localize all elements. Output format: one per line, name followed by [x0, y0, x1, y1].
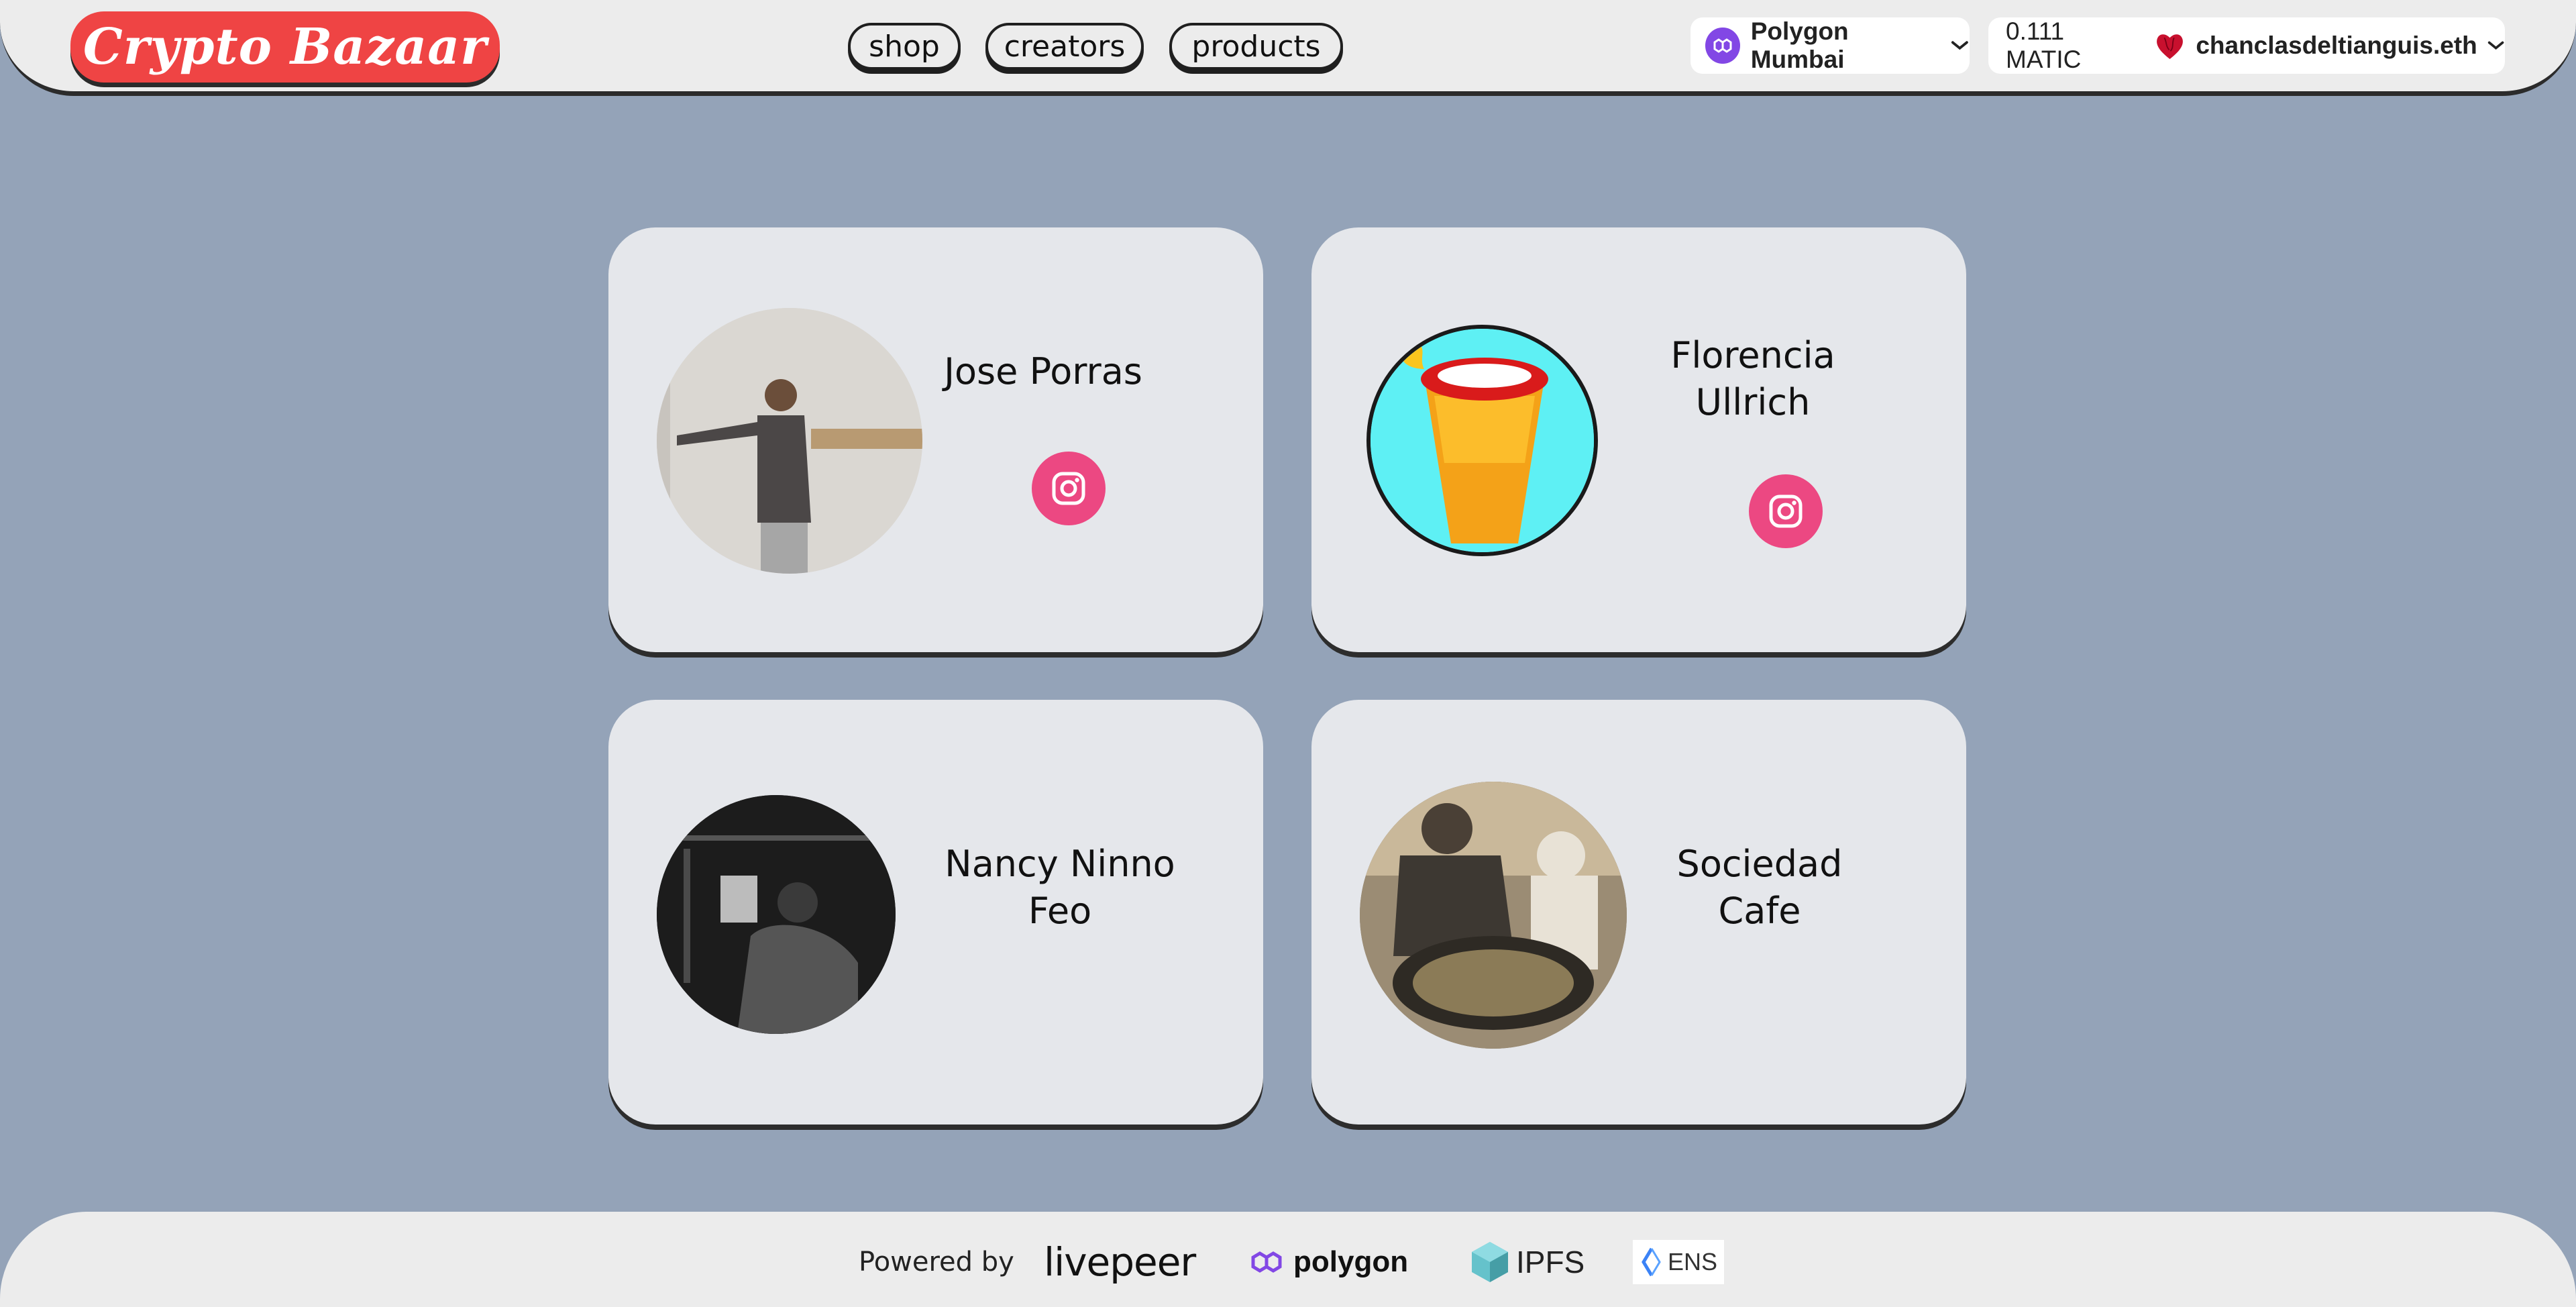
creator-photo: [657, 795, 896, 1034]
instagram-icon: [1769, 494, 1803, 528]
livepeer-logo[interactable]: livepeer: [1044, 1239, 1196, 1286]
powered-by-label: Powered by: [859, 1247, 1014, 1277]
chevron-down-icon: [2487, 41, 2504, 50]
creator-photo: [657, 308, 922, 574]
creator-card[interactable]: Nancy Ninno Feo: [608, 700, 1263, 1125]
ipfs-logo[interactable]: IPFS: [1469, 1239, 1585, 1286]
instagram-button[interactable]: [1032, 452, 1106, 525]
instagram-button[interactable]: [1749, 474, 1823, 548]
polygon-icon: [1705, 28, 1740, 64]
nav-creators[interactable]: creators: [985, 23, 1144, 70]
creator-photo: [1360, 782, 1627, 1049]
ens-text: ENS: [1668, 1248, 1718, 1275]
ipfs-cube-icon: [1472, 1242, 1508, 1282]
app-logo[interactable]: Crypto Bazaar: [70, 11, 500, 83]
livepeer-text: livepeer: [1044, 1239, 1196, 1285]
polygon-text: polygon: [1293, 1245, 1409, 1278]
footer: Powered by livepeer polygon IPFS ENS: [0, 1212, 2576, 1307]
creator-photo: [1366, 325, 1598, 556]
creator-name: Florencia Ullrich: [1670, 334, 1835, 423]
ens-icon: [1642, 1247, 1661, 1277]
wallet-balance: 0.111 MATIC: [2006, 17, 2082, 73]
polygon-logo[interactable]: polygon: [1249, 1239, 1408, 1286]
ens-logo[interactable]: ENS: [1633, 1240, 1725, 1284]
creator-name: Sociedad Cafe: [1676, 843, 1843, 932]
creator-card[interactable]: Florencia Ullrich: [1311, 227, 1966, 652]
instagram-icon: [1052, 472, 1085, 505]
chevron-down-icon: [1951, 41, 1969, 50]
nav-products[interactable]: products: [1169, 23, 1343, 70]
top-header: Crypto Bazaar shop creators products Pol…: [0, 0, 2576, 96]
nav-shop[interactable]: shop: [848, 23, 961, 70]
network-label: Polygon Mumbai: [1750, 17, 1849, 73]
heart-avatar-icon: [2157, 34, 2184, 59]
wallet-account: chanclasdeltianguis.eth: [2196, 32, 2477, 59]
creator-name: Jose Porras: [944, 350, 1142, 393]
creator-card[interactable]: Jose Porras: [608, 227, 1263, 652]
creator-card[interactable]: Sociedad Cafe: [1311, 700, 1966, 1125]
network-selector[interactable]: Polygon Mumbai: [1690, 17, 1970, 74]
creator-name: Nancy Ninno Feo: [945, 843, 1175, 932]
wallet-button[interactable]: 0.111 MATIC chanclasdeltianguis.eth: [1988, 17, 2505, 74]
polygon-icon: [1251, 1251, 1282, 1273]
ipfs-text: IPFS: [1516, 1245, 1585, 1279]
